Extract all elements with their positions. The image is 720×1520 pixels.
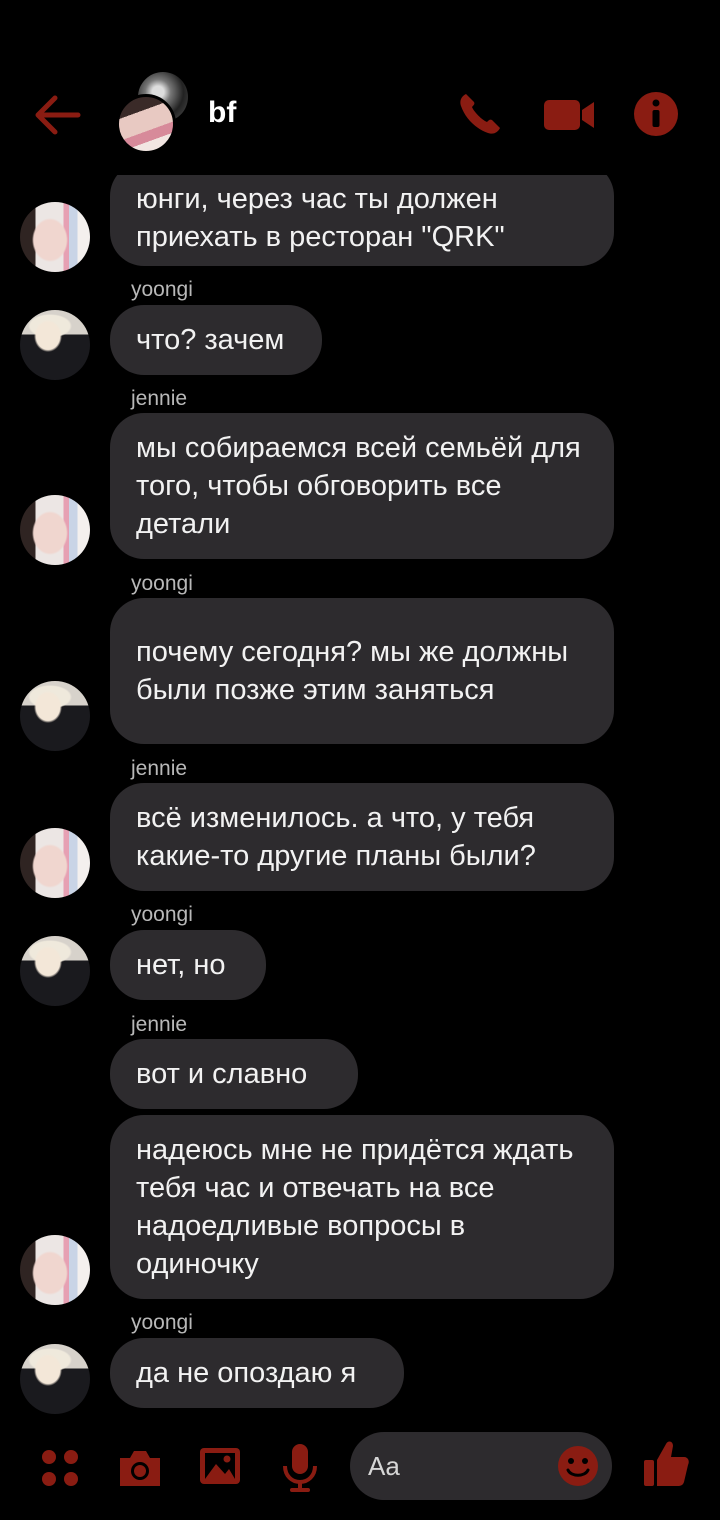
- message-text: почему сегодня? мы же должны были позже …: [136, 636, 569, 706]
- chat-title[interactable]: bf: [208, 96, 236, 130]
- message-text: надеюсь мне не придётся ждать тебя час и…: [136, 1134, 574, 1280]
- sender-name: yoongi: [131, 278, 193, 301]
- microphone-icon[interactable]: [280, 1442, 320, 1494]
- message-text: нет, но: [136, 949, 226, 981]
- avatar[interactable]: [20, 828, 90, 898]
- avatar[interactable]: [20, 495, 90, 565]
- avatar[interactable]: [20, 681, 90, 751]
- sender-name: yoongi: [131, 572, 193, 595]
- thumbs-up-icon[interactable]: [642, 1438, 690, 1488]
- avatar[interactable]: [20, 202, 90, 272]
- phone-icon[interactable]: [456, 90, 504, 138]
- avatar[interactable]: [20, 1235, 90, 1305]
- sender-name: jennie: [131, 1013, 188, 1036]
- avatar[interactable]: [20, 1344, 90, 1414]
- composer-bar: Aa: [0, 1420, 720, 1520]
- message-text: юнги, через час ты должен приехать в рес…: [136, 183, 505, 253]
- avatar[interactable]: [20, 936, 90, 1006]
- message-bubble[interactable]: нет, но: [110, 930, 266, 1000]
- camera-icon[interactable]: [116, 1444, 164, 1492]
- message-input[interactable]: Aa: [350, 1432, 612, 1500]
- message-bubble[interactable]: что? зачем: [110, 305, 322, 375]
- group-avatar[interactable]: [112, 72, 192, 154]
- avatar[interactable]: [20, 310, 90, 380]
- message-text: что? зачем: [136, 324, 285, 356]
- info-icon[interactable]: [632, 90, 680, 138]
- sender-name: jennie: [131, 387, 188, 410]
- sender-name: yoongi: [131, 903, 193, 926]
- message-text: мы собираемся всей семьёй для того, чтоб…: [136, 432, 581, 540]
- message-bubble[interactable]: юнги, через час ты должен приехать в рес…: [110, 162, 614, 266]
- chat-header: bf: [0, 0, 720, 175]
- message-bubble[interactable]: мы собираемся всей семьёй для того, чтоб…: [110, 413, 614, 559]
- video-camera-icon[interactable]: [542, 90, 596, 138]
- message-list[interactable]: юнги, через час ты должен приехать в рес…: [0, 0, 720, 1520]
- arrow-left-icon[interactable]: [30, 88, 84, 142]
- message-text: да не опоздаю я: [136, 1357, 357, 1389]
- message-bubble[interactable]: всё изменилось. а что, у тебя какие-то д…: [110, 783, 614, 891]
- message-text: вот и славно: [136, 1058, 308, 1090]
- image-icon[interactable]: [198, 1444, 242, 1488]
- smiley-icon[interactable]: [556, 1444, 600, 1488]
- message-text: всё изменилось. а что, у тебя какие-то д…: [136, 802, 536, 872]
- sender-name: yoongi: [131, 1311, 193, 1334]
- message-bubble[interactable]: вот и славно: [110, 1039, 358, 1109]
- message-input-placeholder: Aa: [368, 1451, 400, 1481]
- message-bubble[interactable]: да не опоздаю я: [110, 1338, 404, 1408]
- four-dots-icon[interactable]: [40, 1448, 80, 1488]
- avatar-primary: [116, 94, 176, 154]
- message-bubble[interactable]: почему сегодня? мы же должны были позже …: [110, 598, 614, 744]
- message-bubble[interactable]: надеюсь мне не придётся ждать тебя час и…: [110, 1115, 614, 1299]
- sender-name: jennie: [131, 757, 188, 780]
